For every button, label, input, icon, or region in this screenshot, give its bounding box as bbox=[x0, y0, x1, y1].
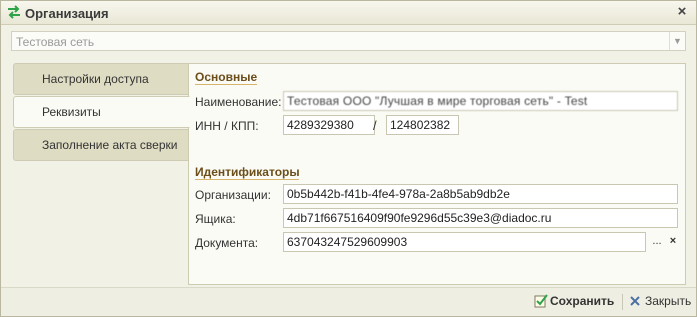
close-label: Закрыть bbox=[645, 294, 692, 308]
organization-select[interactable]: Тестовая сеть ▼ bbox=[11, 31, 686, 51]
tab-access-settings[interactable]: Настройки доступа bbox=[13, 63, 189, 95]
inn-field[interactable]: 4289329380 bbox=[283, 115, 375, 135]
organization-select-value: Тестовая сеть bbox=[16, 35, 95, 49]
footer-bar: Сохранить Закрыть bbox=[1, 287, 696, 316]
close-x-icon bbox=[630, 296, 640, 306]
transfer-arrows-icon bbox=[8, 5, 20, 19]
clear-button[interactable]: × bbox=[665, 233, 681, 251]
title-bar: Организация × bbox=[1, 1, 696, 25]
section-title-identifiers: Идентификаторы bbox=[195, 165, 300, 179]
tab-label: Настройки доступа bbox=[42, 72, 149, 86]
window-title: Организация bbox=[25, 6, 109, 21]
org-id-field[interactable]: 0b5b442b-f41b-4fe4-978a-2a8b5ab9db2e bbox=[283, 184, 678, 204]
footer-divider bbox=[622, 294, 623, 310]
section-title-main: Основные bbox=[195, 70, 258, 84]
save-check-icon bbox=[534, 294, 548, 308]
chevron-down-icon[interactable]: ▼ bbox=[669, 32, 685, 50]
doc-id-field[interactable]: 637043247529609903 bbox=[283, 232, 646, 252]
name-label: Наименование: bbox=[195, 95, 282, 109]
requisites-panel: Основные Наименование: Тестовая ООО "Луч… bbox=[188, 63, 686, 285]
name-field[interactable]: Тестовая ООО "Лучшая в мире торговая сет… bbox=[283, 91, 678, 111]
section-underline bbox=[195, 179, 299, 180]
tab-reconciliation-act[interactable]: Заполнение акта сверки bbox=[13, 129, 189, 161]
tab-label: Заполнение акта сверки bbox=[42, 138, 178, 152]
select-button[interactable]: ... bbox=[649, 233, 665, 251]
section-underline bbox=[195, 84, 257, 85]
org-id-label: Организации: bbox=[195, 188, 271, 202]
save-label: Сохранить bbox=[550, 294, 615, 308]
tab-list: Настройки доступа Реквизиты Заполнение а… bbox=[13, 63, 190, 162]
doc-id-label: Документа: bbox=[195, 236, 259, 250]
tab-label: Реквизиты bbox=[42, 105, 101, 119]
close-icon[interactable]: × bbox=[674, 4, 690, 20]
box-id-field[interactable]: 4db71f667516409f90fe9296d55c39e3@diadoc.… bbox=[283, 208, 678, 228]
tab-requisites[interactable]: Реквизиты bbox=[13, 96, 190, 128]
kpp-field[interactable]: 124802382 bbox=[386, 115, 459, 135]
kpp-separator: / bbox=[373, 118, 377, 133]
inn-kpp-label: ИНН / КПП: bbox=[195, 119, 259, 133]
organization-window: Организация × Тестовая сеть ▼ Настройки … bbox=[0, 0, 697, 317]
box-id-label: Ящика: bbox=[195, 212, 236, 226]
